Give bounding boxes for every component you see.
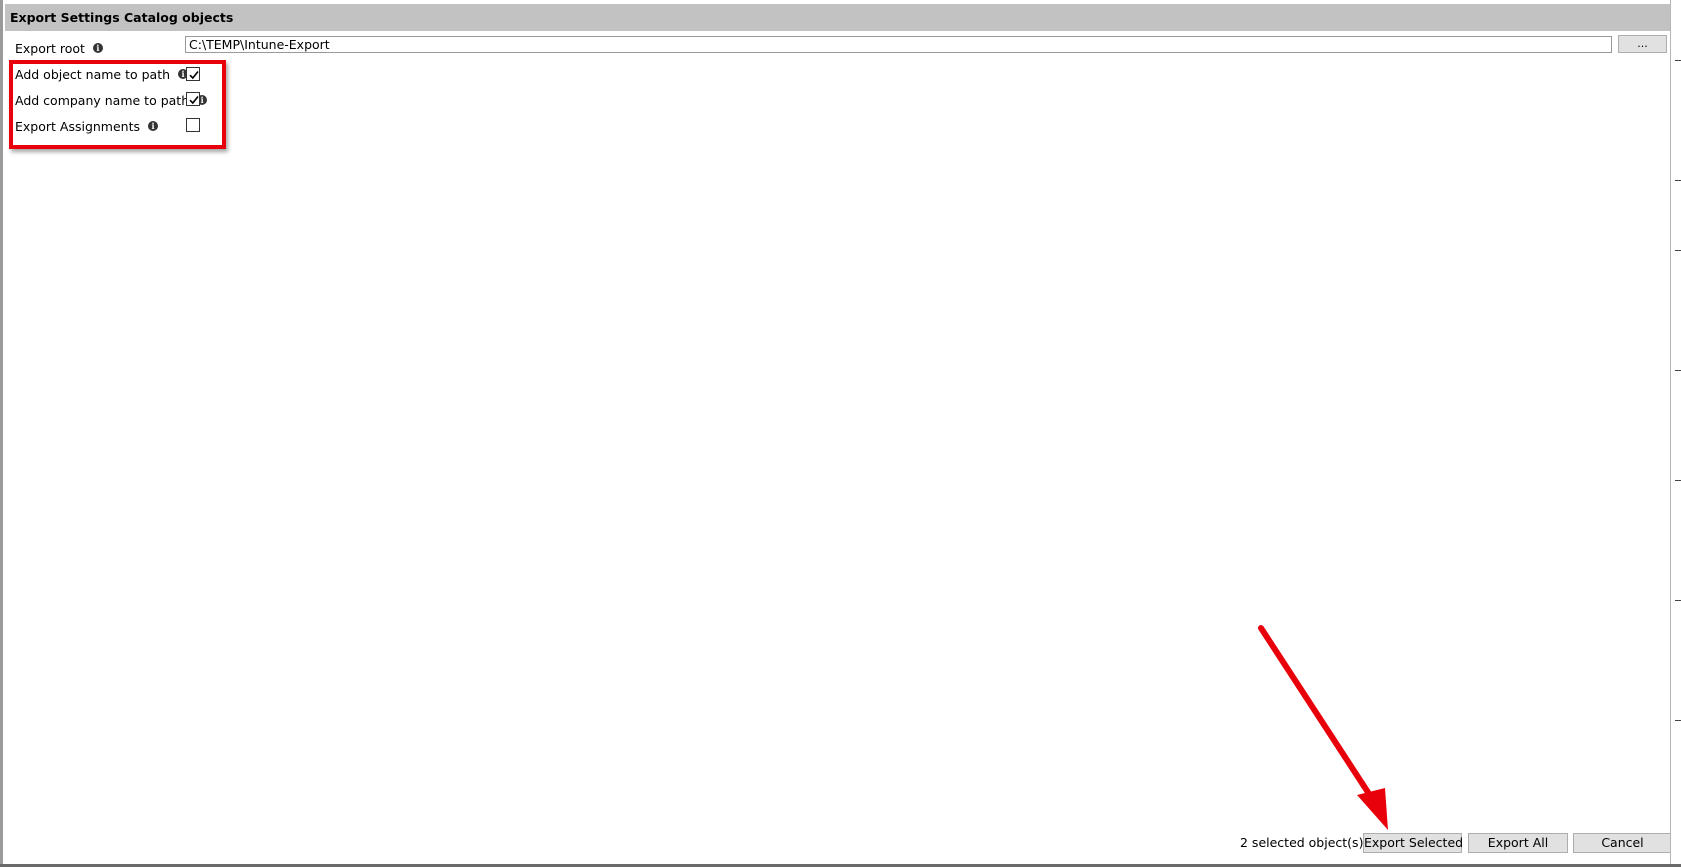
info-icon[interactable]: i [92, 43, 103, 53]
export-selected-button[interactable]: Export Selected [1363, 833, 1463, 853]
window-right-edge [1670, 0, 1681, 867]
selected-count-status: 2 selected object(s) [1240, 835, 1364, 850]
cancel-button[interactable]: Cancel [1573, 833, 1672, 853]
browse-button[interactable]: ... [1618, 35, 1667, 53]
annotation-arrow-icon [1258, 625, 1388, 830]
export-root-label: Export root [15, 40, 85, 56]
annotation-highlight-box [9, 60, 226, 149]
export-root-input[interactable]: C:\TEMP\Intune-Export [185, 36, 1612, 53]
export-root-row: Export root i [15, 38, 103, 58]
export-dialog: Export Settings Catalog objects Export r… [0, 0, 1681, 867]
panel-title: Export Settings Catalog objects [5, 4, 1670, 31]
window-left-border [0, 0, 3, 867]
export-all-button[interactable]: Export All [1468, 833, 1568, 853]
